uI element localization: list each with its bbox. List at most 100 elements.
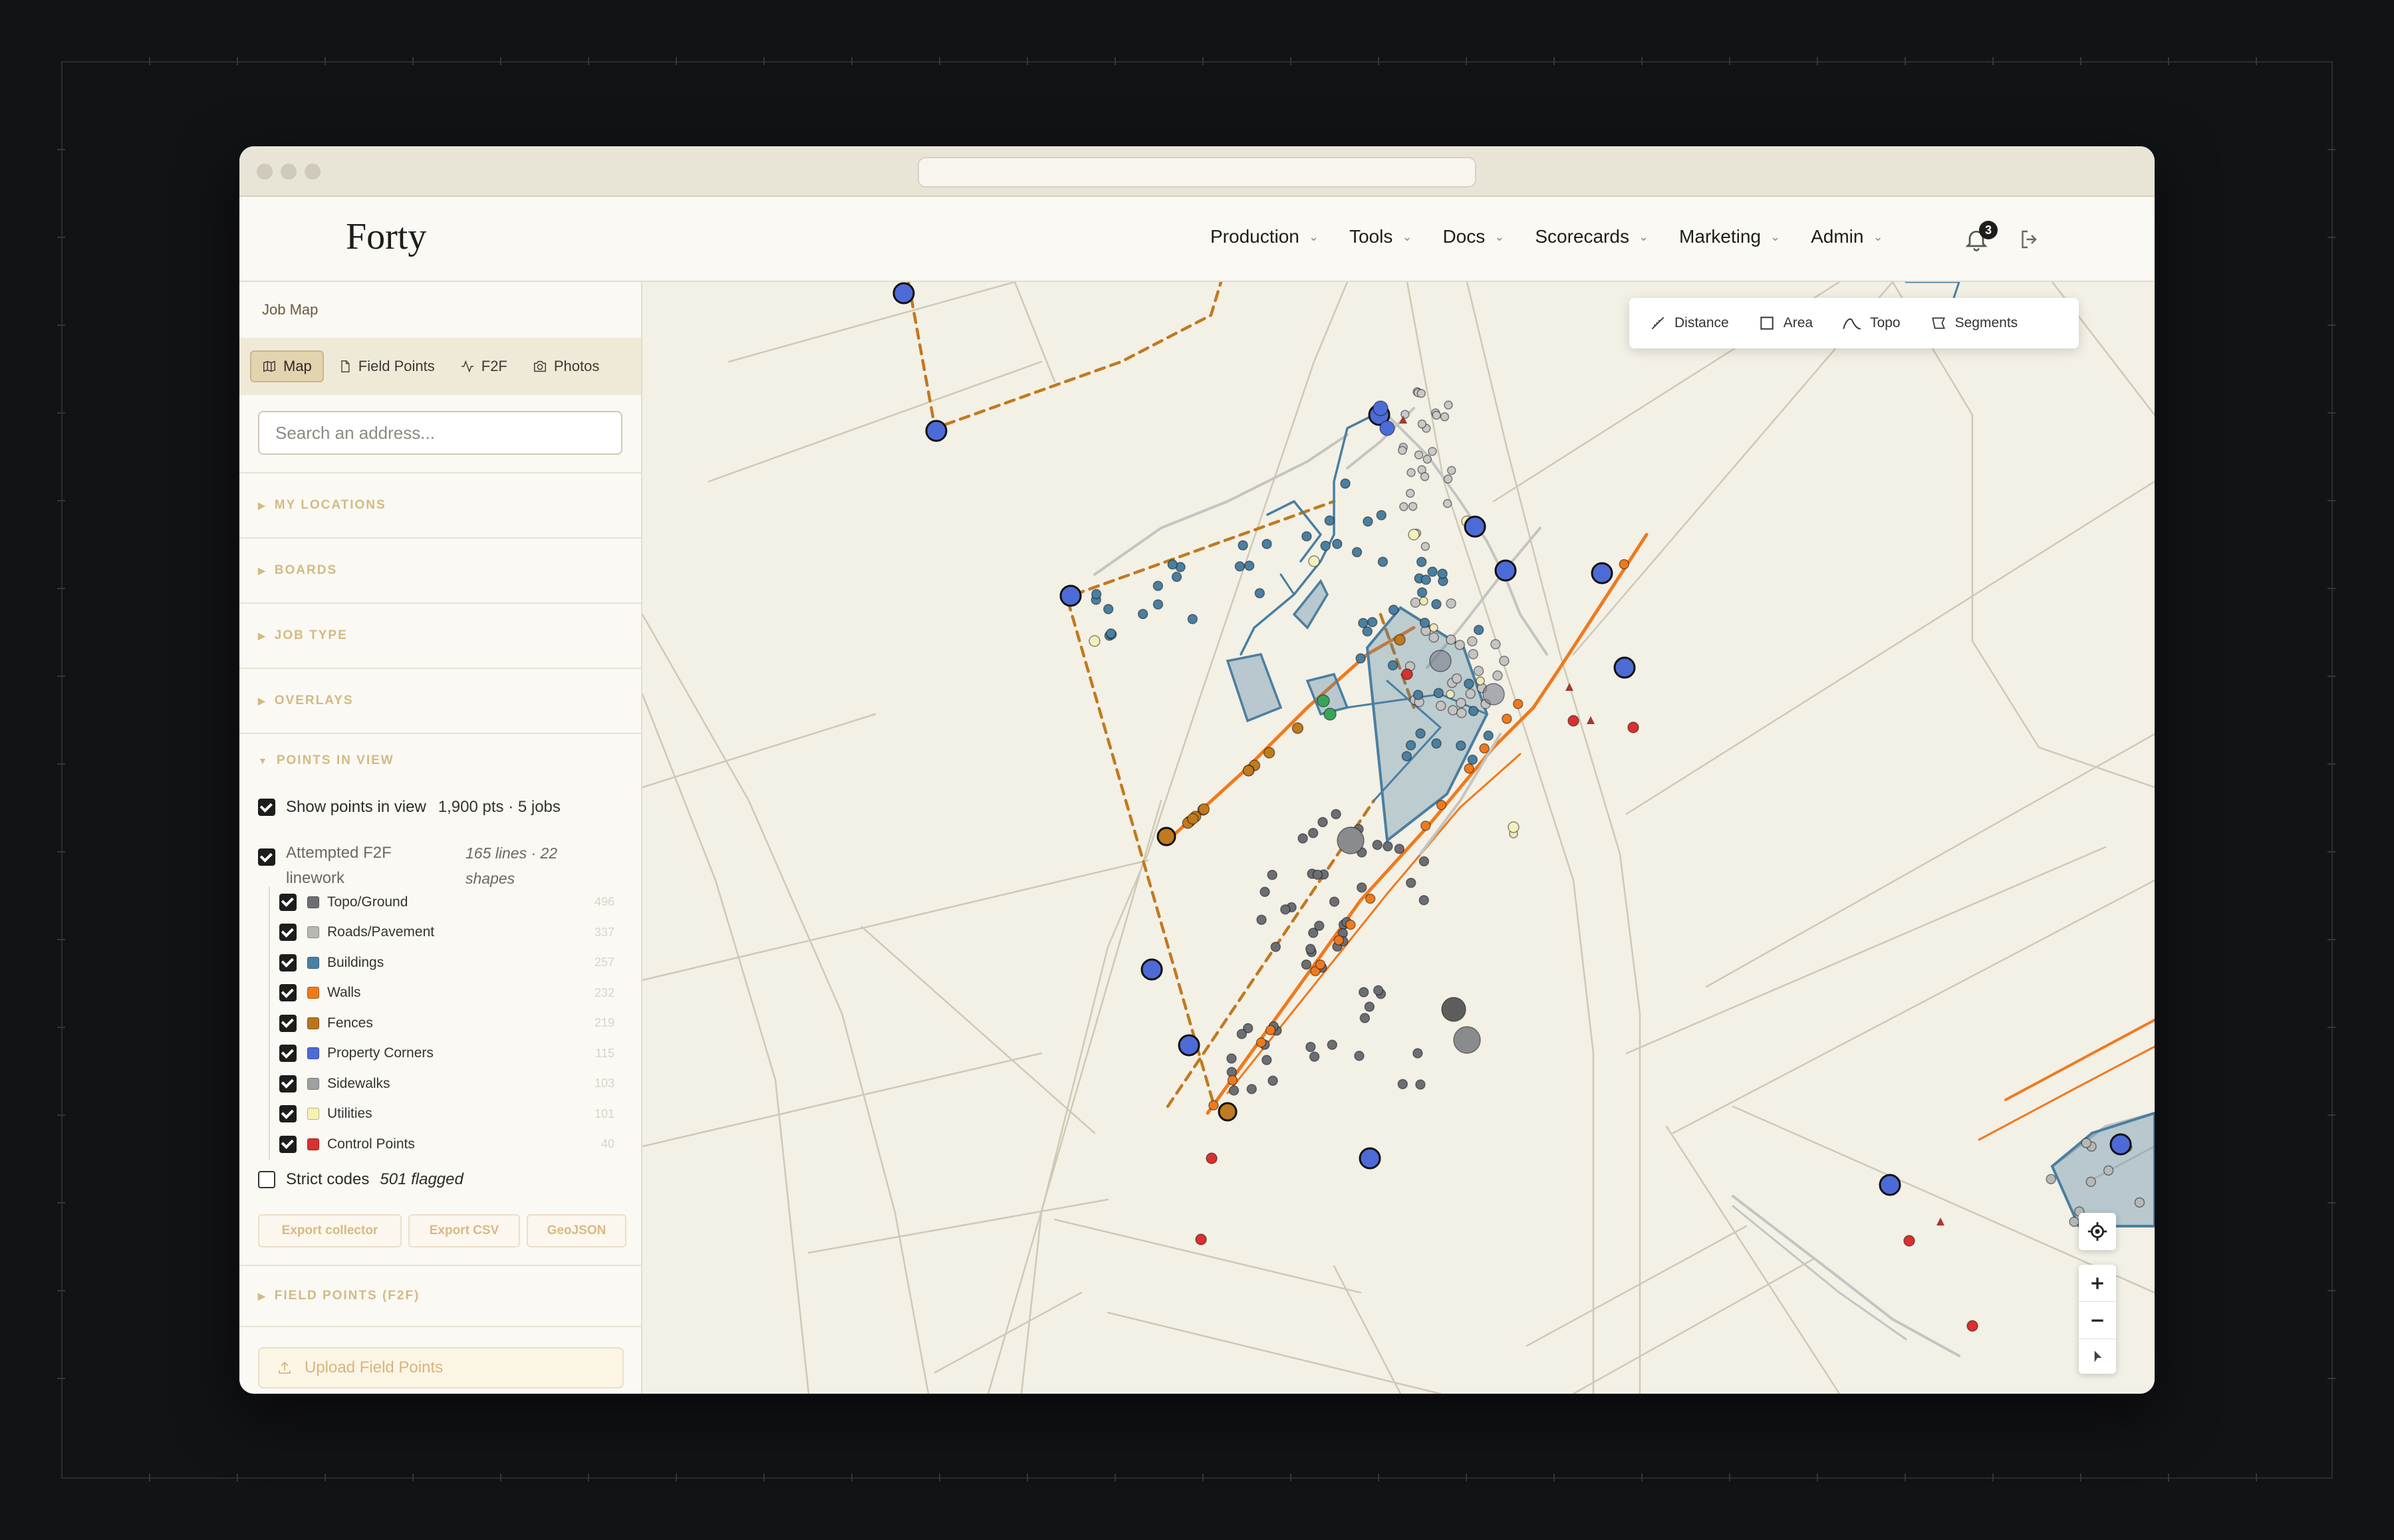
caret-down-icon: ▼ bbox=[258, 755, 269, 766]
building-point bbox=[1464, 678, 1474, 690]
parcel-line bbox=[642, 713, 876, 789]
attempted-meta: 165 lines · 22 shapes bbox=[466, 844, 558, 887]
topo-point bbox=[1397, 1079, 1408, 1090]
layer-label: Utilities bbox=[327, 1106, 372, 1122]
layer-row-walls[interactable]: Walls 232 bbox=[270, 978, 614, 1009]
frame-tick bbox=[57, 939, 65, 940]
map-svg[interactable] bbox=[642, 282, 2155, 1394]
building-point bbox=[1376, 510, 1387, 521]
tab-photos[interactable]: Photos bbox=[522, 350, 610, 382]
app-logo[interactable]: Forty bbox=[346, 215, 426, 258]
road-point bbox=[2134, 1197, 2145, 1208]
section-points-in-view[interactable]: ▼ POINTS IN VIEW bbox=[258, 734, 622, 787]
topo-point bbox=[1329, 896, 1340, 907]
caret-right-icon: ▶ bbox=[258, 695, 267, 706]
layer-row-sidewalks[interactable]: Sidewalks 103 bbox=[270, 1069, 614, 1099]
logout-icon[interactable] bbox=[2018, 227, 2042, 251]
layer-checkbox[interactable] bbox=[279, 893, 297, 911]
tool-area[interactable]: Area bbox=[1758, 315, 1813, 332]
layer-checkbox[interactable] bbox=[279, 1014, 297, 1032]
frame-tick bbox=[939, 1474, 940, 1481]
topo-point bbox=[1267, 1075, 1278, 1087]
layer-row-fences[interactable]: Fences 219 bbox=[270, 1008, 614, 1039]
frame-tick bbox=[2328, 763, 2335, 765]
tool-segments[interactable]: Segments bbox=[1930, 315, 2018, 332]
section-boards[interactable]: ▶ BOARDS bbox=[239, 539, 641, 604]
nav-item-scorecards[interactable]: Scorecards ⌄ bbox=[1535, 226, 1649, 247]
address-search-input[interactable] bbox=[258, 411, 622, 455]
layer-checkbox[interactable] bbox=[279, 1075, 297, 1092]
export-collector-button[interactable]: Export collector bbox=[258, 1214, 402, 1247]
frame-tick bbox=[1027, 57, 1028, 65]
tab-map[interactable]: Map bbox=[250, 350, 324, 382]
nav-item-admin[interactable]: Admin ⌄ bbox=[1811, 226, 1883, 247]
layer-row-control-points[interactable]: Control Points 40 bbox=[270, 1129, 614, 1160]
geojson-button[interactable]: GeoJSON bbox=[527, 1214, 626, 1247]
window-close-dot[interactable] bbox=[257, 164, 273, 180]
tool-topo[interactable]: Topo bbox=[1842, 315, 1901, 332]
nav-item-marketing[interactable]: Marketing ⌄ bbox=[1679, 226, 1780, 247]
building-point bbox=[1412, 690, 1424, 700]
zoom-in-button[interactable] bbox=[2079, 1265, 2116, 1302]
layer-row-property-corners[interactable]: Property Corners 115 bbox=[270, 1039, 614, 1069]
layer-checkbox[interactable] bbox=[279, 1045, 297, 1063]
tool-distance[interactable]: Distance bbox=[1649, 315, 1729, 332]
topo-icon bbox=[1843, 318, 1861, 330]
locate-icon bbox=[2087, 1221, 2107, 1241]
window-minimize-dot[interactable] bbox=[281, 164, 297, 180]
road-point bbox=[1467, 636, 1478, 647]
upload-field-points-button[interactable]: Upload Field Points bbox=[258, 1347, 624, 1388]
layer-checkbox[interactable] bbox=[279, 984, 297, 1002]
layer-checkbox[interactable] bbox=[279, 924, 297, 942]
frame-tick bbox=[1290, 1474, 1291, 1481]
nav-item-production[interactable]: Production ⌄ bbox=[1210, 226, 1319, 247]
strict-codes-checkbox[interactable] bbox=[258, 1171, 275, 1188]
topo-point bbox=[1301, 959, 1312, 970]
upload-label: Upload Field Points bbox=[305, 1358, 444, 1376]
tab-field-points[interactable]: Field Points bbox=[328, 350, 446, 382]
parcel-line bbox=[1891, 282, 2155, 789]
frame-tick bbox=[1553, 1474, 1555, 1481]
fence-point bbox=[1291, 722, 1304, 734]
layer-row-roads[interactable]: Roads/Pavement 337 bbox=[270, 918, 614, 948]
building-point bbox=[1483, 730, 1494, 741]
frame-tick bbox=[2328, 1378, 2335, 1379]
frame-tick bbox=[237, 57, 238, 65]
export-csv-button[interactable]: Export CSV bbox=[408, 1214, 520, 1247]
layer-count: 40 bbox=[600, 1137, 614, 1151]
tab-f2f[interactable]: F2F bbox=[450, 350, 518, 382]
compass-button[interactable] bbox=[2079, 1339, 2116, 1374]
building-point bbox=[1377, 557, 1389, 567]
attempted-linework-checkbox[interactable] bbox=[258, 848, 275, 866]
building-point bbox=[1427, 567, 1438, 577]
layer-row-buildings[interactable]: Buildings 257 bbox=[270, 948, 614, 978]
locate-button[interactable] bbox=[2079, 1213, 2116, 1250]
tab-label: F2F bbox=[481, 358, 507, 374]
nav-label: Docs bbox=[1442, 226, 1486, 247]
wall-line bbox=[2004, 1019, 2155, 1101]
nav-item-docs[interactable]: Docs ⌄ bbox=[1442, 226, 1504, 247]
section-job-type[interactable]: ▶ JOB TYPE bbox=[239, 604, 641, 669]
layer-checkbox[interactable] bbox=[279, 954, 297, 971]
frame-tick bbox=[1115, 57, 1116, 65]
chevron-down-icon: ⌄ bbox=[1770, 229, 1781, 243]
map-canvas[interactable]: Distance Area Topo Segments bbox=[642, 282, 2155, 1394]
url-bar[interactable] bbox=[918, 157, 1476, 188]
window-maximize-dot[interactable] bbox=[305, 164, 321, 180]
frame-tick bbox=[2328, 588, 2335, 589]
zoom-controls bbox=[2079, 1265, 2116, 1374]
layer-checkbox[interactable] bbox=[279, 1135, 297, 1153]
ruler-icon bbox=[1651, 317, 1664, 330]
layer-row-topo[interactable]: Topo/Ground 496 bbox=[270, 887, 614, 918]
layer-checkbox[interactable] bbox=[279, 1105, 297, 1123]
frame-tick bbox=[1729, 57, 1730, 65]
building-point bbox=[1362, 626, 1373, 637]
section-overlays[interactable]: ▶ OVERLAYS bbox=[239, 669, 641, 734]
show-points-checkbox[interactable] bbox=[258, 799, 275, 816]
section-field-points-f2f[interactable]: ▶ FIELD POINTS (F2F) bbox=[239, 1266, 641, 1327]
layer-row-utilities[interactable]: Utilities 101 bbox=[270, 1099, 614, 1130]
nav-item-tools[interactable]: Tools ⌄ bbox=[1349, 226, 1412, 247]
section-my-locations[interactable]: ▶ MY LOCATIONS bbox=[239, 473, 641, 539]
tab-label: Map bbox=[283, 358, 312, 374]
zoom-out-button[interactable] bbox=[2079, 1302, 2116, 1339]
